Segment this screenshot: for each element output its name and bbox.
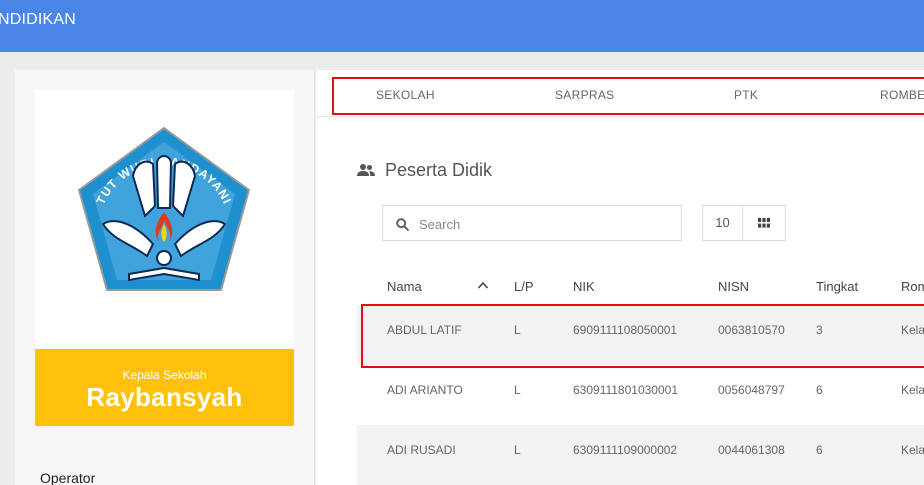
- section-title: Peserta Didik: [385, 159, 493, 180]
- column-header-rombel[interactable]: Rom: [901, 279, 924, 294]
- principal-card: Kepala Sekolah Raybansyah: [35, 349, 294, 426]
- header-spacer: [0, 52, 924, 70]
- cell-lp: L: [514, 383, 521, 397]
- table-row[interactable]: ADI ARIANTO L 6309111801030001 005604879…: [357, 365, 924, 425]
- search-icon: [396, 218, 409, 231]
- cell-rombel: Kela: [901, 383, 924, 397]
- column-header-nisn[interactable]: NISN: [718, 279, 749, 294]
- cell-nisn: 0056048797: [718, 383, 785, 397]
- principal-role-label: Kepala Sekolah: [122, 368, 207, 382]
- column-header-nama[interactable]: Nama: [387, 279, 422, 294]
- grid-view-button[interactable]: [743, 206, 785, 240]
- search-box[interactable]: [382, 205, 682, 241]
- cell-tingkat: 6: [816, 443, 823, 457]
- cell-rombel: Kela: [901, 443, 924, 457]
- column-header-nik[interactable]: NIK: [573, 279, 595, 294]
- app-header: NDIDIKAN: [0, 0, 924, 52]
- table-row[interactable]: ADI RUSADI L 6309111109000002 0044061308…: [357, 425, 924, 485]
- page-size-select[interactable]: 10: [703, 206, 743, 240]
- column-header-tingkat[interactable]: Tingkat: [816, 279, 858, 294]
- cell-nik: 6309111109000002: [573, 443, 678, 457]
- cell-lp: L: [514, 443, 521, 457]
- logo-card: TUT WURI HANDAYANI: [35, 90, 294, 350]
- principal-name: Raybansyah: [86, 382, 243, 412]
- people-icon: [357, 164, 375, 176]
- column-header-lp[interactable]: L/P: [514, 279, 534, 294]
- cell-nama: ADI RUSADI: [387, 443, 456, 457]
- sort-ascending-icon[interactable]: [477, 281, 489, 289]
- cell-nama: ADI ARIANTO: [387, 383, 463, 397]
- page-size-control: 10: [702, 205, 786, 241]
- cell-nik: 6309111801030001: [573, 383, 678, 397]
- main-content: SEKOLAH SARPRAS PTK ROMBE Peserta Didik …: [316, 70, 924, 485]
- school-sidebar: TUT WURI HANDAYANI Kepala Sekolah Rayban…: [15, 70, 315, 485]
- app-title: NDIDIKAN: [0, 11, 77, 28]
- section-header: Peserta Didik: [357, 158, 492, 182]
- cell-tingkat: 6: [816, 383, 823, 397]
- cell-nisn: 0044061308: [718, 443, 785, 457]
- grid-icon: [758, 218, 770, 228]
- search-input[interactable]: [419, 215, 669, 233]
- operator-label: Operator: [40, 470, 96, 485]
- tut-wuri-handayani-logo-icon: TUT WURI HANDAYANI: [77, 126, 251, 291]
- tab-bar-highlight: [332, 77, 924, 115]
- row-highlight: [361, 304, 924, 368]
